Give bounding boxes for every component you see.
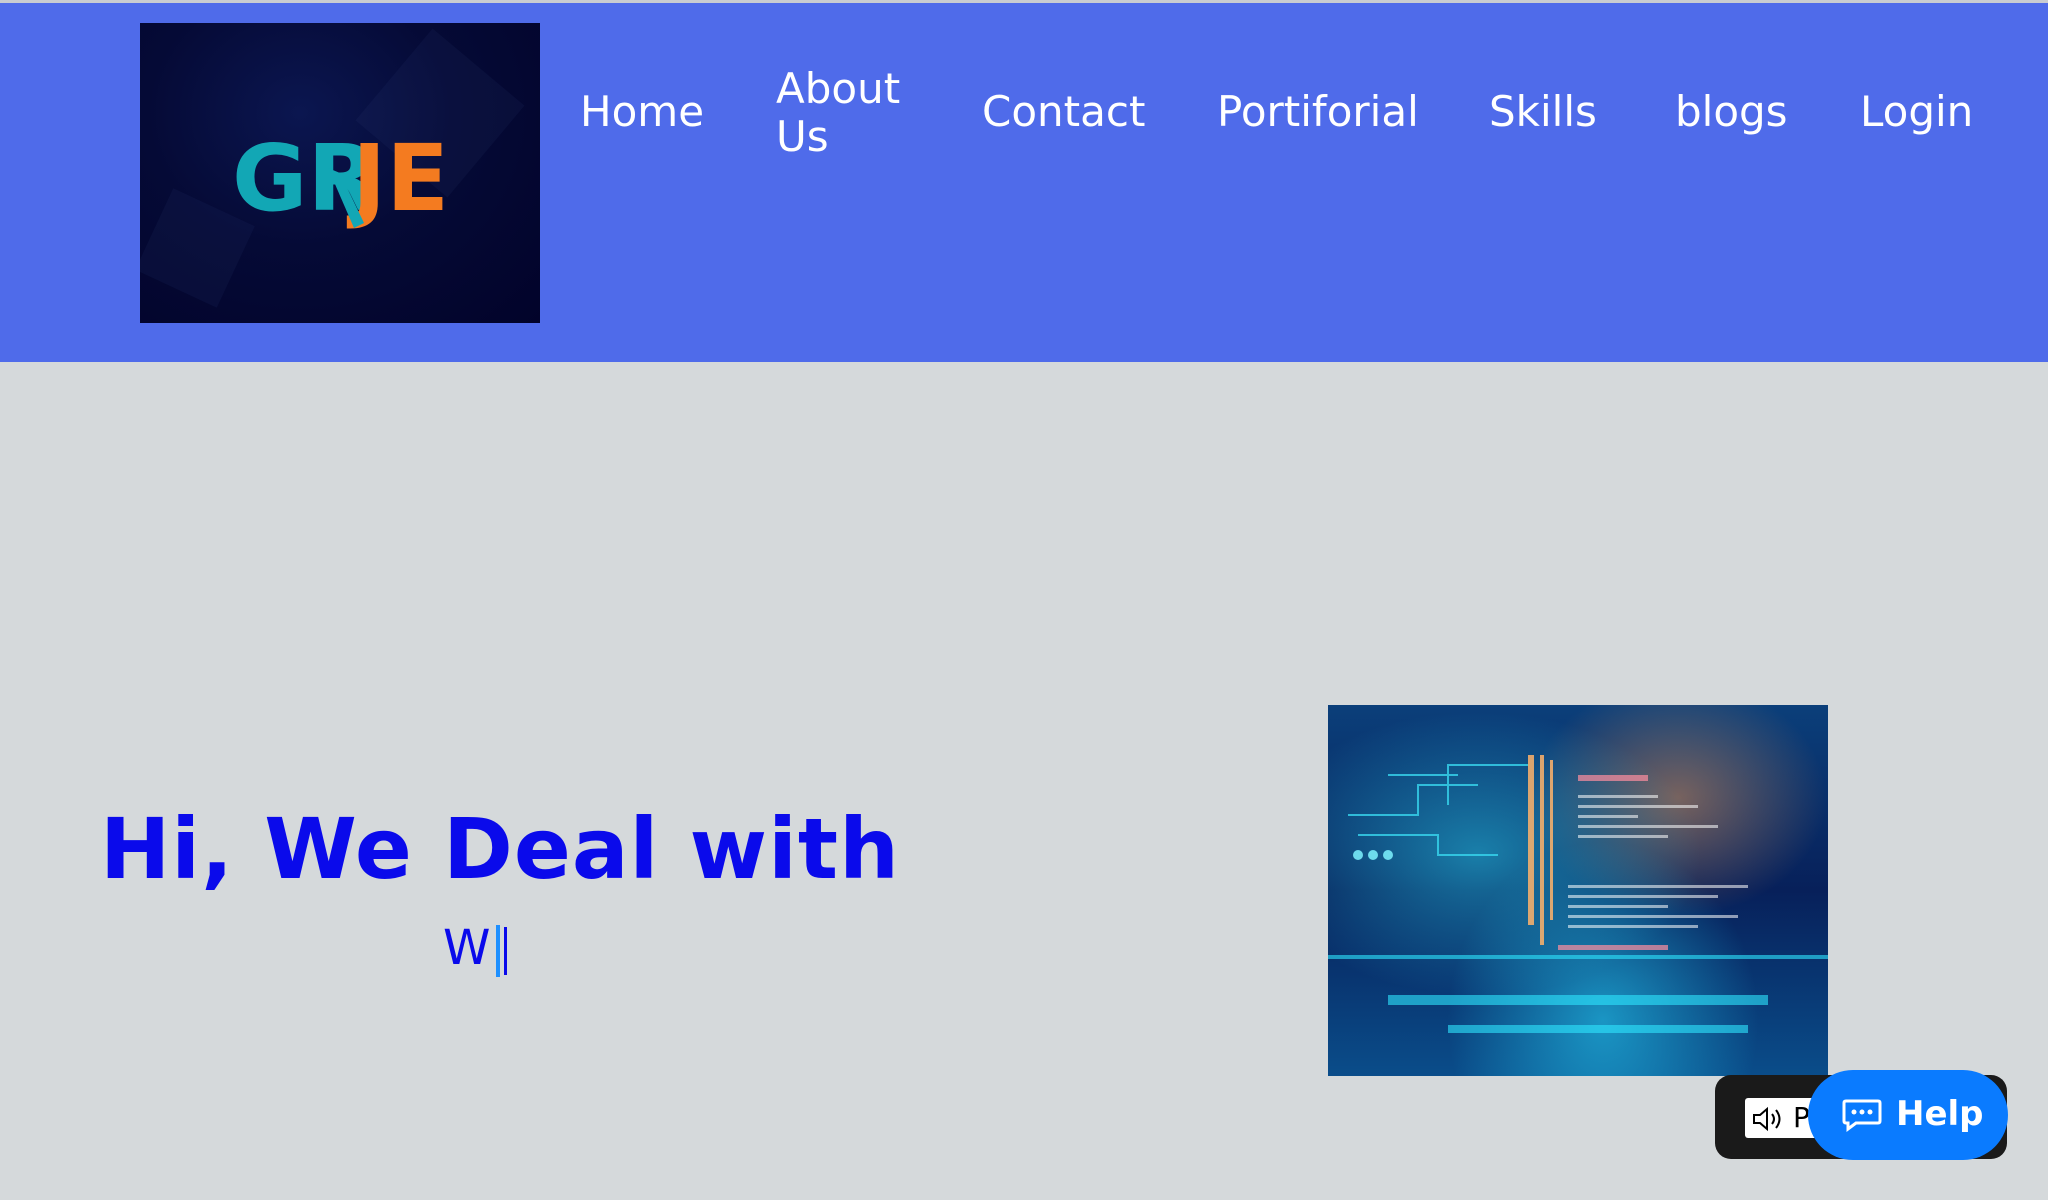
- chat-bubble-icon: [1842, 1099, 1882, 1132]
- nav-skills[interactable]: Skills: [1489, 88, 1597, 136]
- nav-blogs[interactable]: blogs: [1675, 88, 1788, 136]
- nav-login[interactable]: Login: [1860, 88, 1973, 136]
- help-button[interactable]: Help: [1808, 1070, 2008, 1160]
- hero-title: Hi, We Deal with: [100, 800, 900, 898]
- typing-cursor: [504, 927, 508, 975]
- navbar: GR JE Home About Us Contact Portiforial …: [0, 3, 2048, 362]
- speaker-icon: [1753, 1106, 1781, 1132]
- nav-contact[interactable]: Contact: [982, 88, 1145, 136]
- typing-text-container: W: [443, 920, 508, 977]
- hero-image: [1328, 705, 1828, 1076]
- logo-mark: GR JE: [232, 125, 449, 232]
- typing-text: W: [443, 920, 491, 976]
- digital-code-illustration: [1328, 755, 1828, 1033]
- nav-about-us[interactable]: About Us: [776, 65, 916, 161]
- logo-text-je: JE: [346, 125, 449, 232]
- nav-home[interactable]: Home: [580, 88, 704, 136]
- help-label: Help: [1896, 1094, 1984, 1134]
- nav-portfolio[interactable]: Portiforial: [1217, 88, 1419, 136]
- typing-caret: [496, 925, 501, 977]
- site-logo[interactable]: GR JE: [140, 23, 540, 323]
